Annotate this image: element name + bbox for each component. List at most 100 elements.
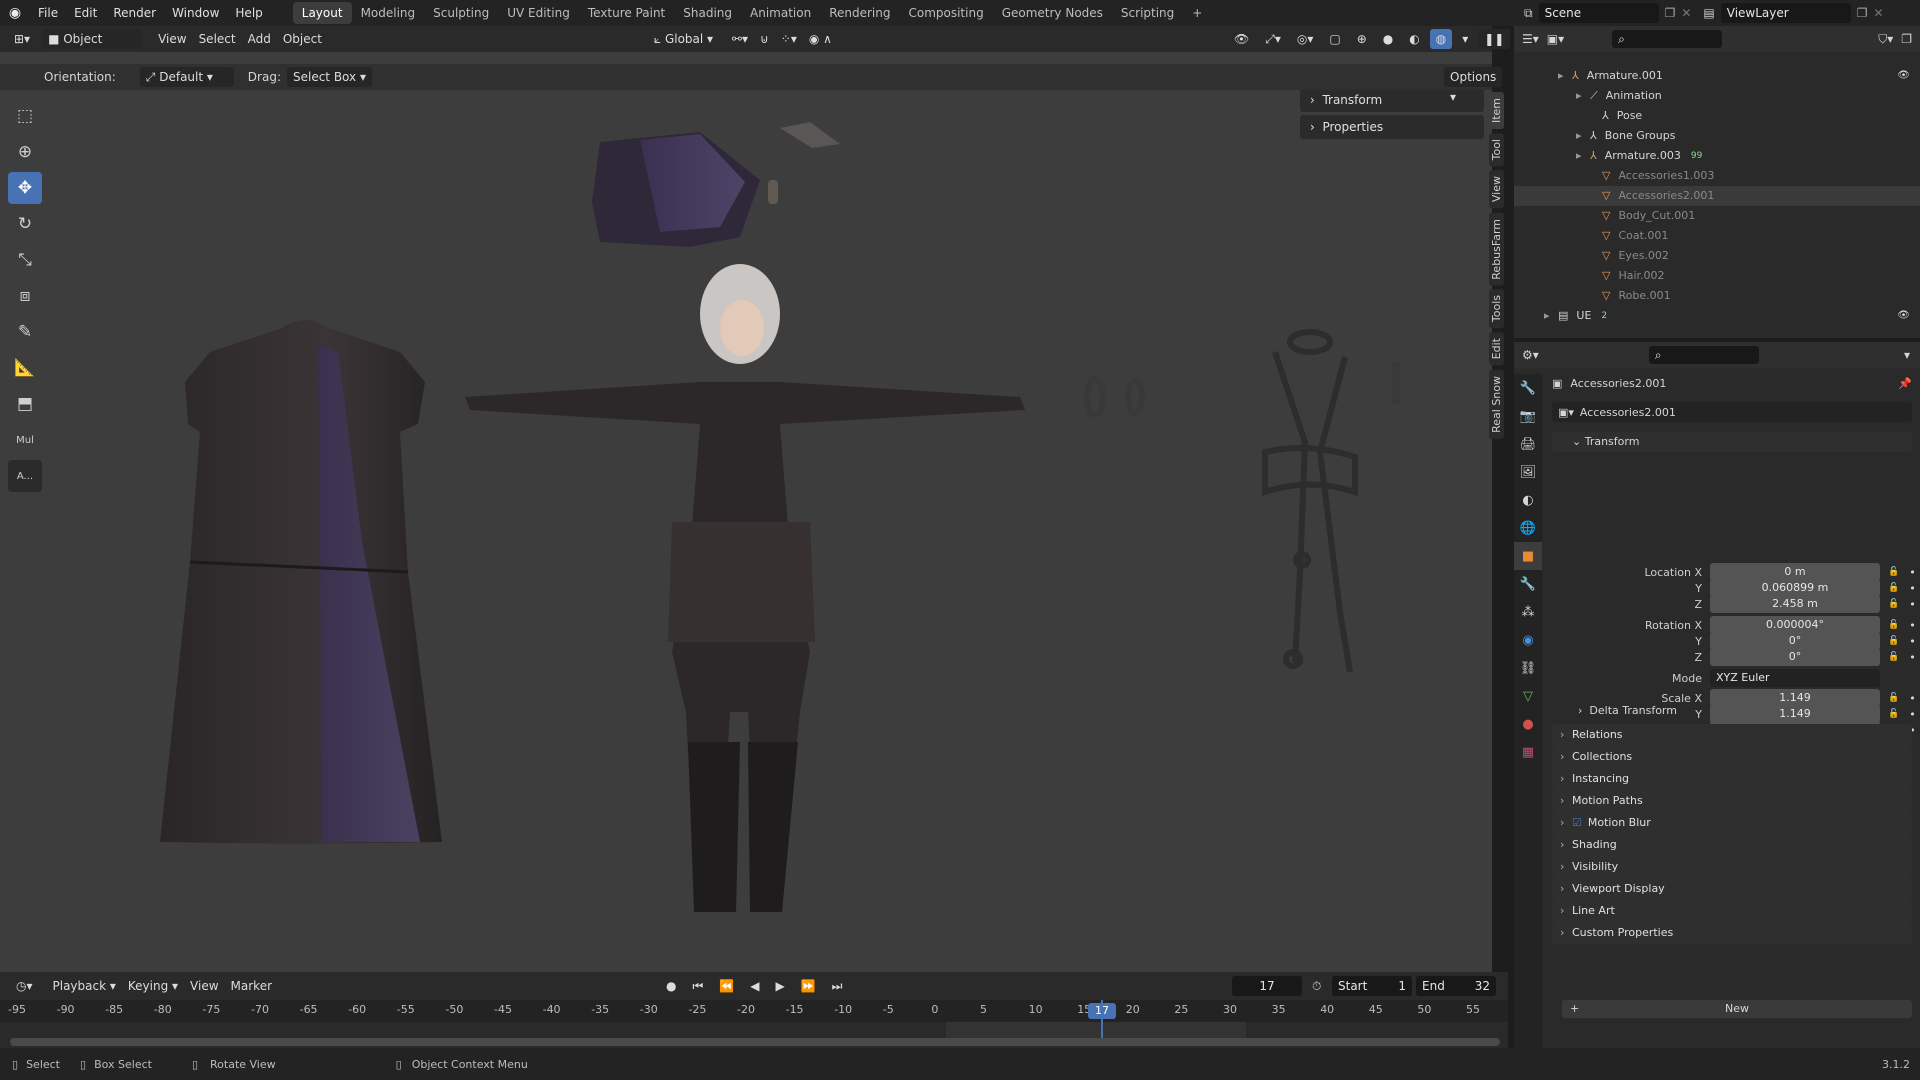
annotate-tool[interactable]: ✎ — [8, 316, 42, 348]
outliner-row[interactable]: ⅄ Pose — [1514, 106, 1920, 126]
measure-tool[interactable]: 📐 — [8, 352, 42, 384]
tab-scripting[interactable]: Scripting — [1112, 2, 1183, 24]
keyframe-dot-icon[interactable]: • — [1909, 651, 1916, 664]
tab-sculpting[interactable]: Sculpting — [424, 2, 498, 24]
outliner-row[interactable]: ▸ ⅄ Bone Groups — [1514, 126, 1920, 146]
props-search[interactable]: ⌕ — [1648, 346, 1759, 364]
delta-transform-header[interactable]: › Delta Transform — [1566, 701, 1906, 721]
copy-scene-icon[interactable]: ❐ — [1665, 6, 1676, 20]
record-icon[interactable]: ● — [660, 976, 682, 996]
tab-layout[interactable]: Layout — [292, 2, 352, 24]
datablock-field[interactable]: ▣▾ Accessories2.001 — [1552, 402, 1912, 422]
constraints-tab-icon[interactable]: ⛓ — [1514, 654, 1542, 682]
tab-animation[interactable]: Animation — [741, 2, 820, 24]
orientation-dropdown[interactable]: ⤢ Default ▾ — [139, 67, 234, 87]
transform-orientation-dropdown[interactable]: ⟀ Global ▾ — [648, 29, 726, 49]
tool-tab-icon[interactable]: 🔧 — [1514, 374, 1542, 402]
tab-edit[interactable]: Edit — [1489, 332, 1504, 366]
xray-icon[interactable]: ▢ — [1323, 29, 1346, 49]
prev-keyframe-icon[interactable]: ⏪ — [713, 976, 740, 996]
display-mode-icon[interactable]: ▣▾ — [1547, 32, 1564, 46]
outliner-editor-icon[interactable]: ☰▾ — [1522, 32, 1539, 46]
object-tab-icon[interactable]: ■ — [1514, 542, 1542, 570]
scene-tab-icon[interactable]: ◐ — [1514, 486, 1542, 514]
keyframe-dot-icon[interactable]: • — [1909, 708, 1916, 721]
panel-shading[interactable]: Shading — [1552, 834, 1912, 856]
physics-tab-icon[interactable]: ◉ — [1514, 626, 1542, 654]
menu-file[interactable]: File — [30, 2, 66, 24]
pause-icon[interactable]: ❚❚ — [1478, 29, 1511, 49]
tab-view[interactable]: View — [1489, 170, 1504, 209]
cursor-tool[interactable]: ⊕ — [8, 136, 42, 168]
outliner-row[interactable]: ▽ Accessories2.001 — [1514, 186, 1920, 206]
tab-uv-editing[interactable]: UV Editing — [498, 2, 579, 24]
outliner-row[interactable]: ▽ Eyes.002 — [1514, 246, 1920, 266]
lock-icon[interactable]: 🔓 — [1888, 599, 1899, 609]
timeline-scrollbar[interactable] — [10, 1038, 1500, 1046]
render-tab-icon[interactable]: 📷 — [1514, 402, 1542, 430]
rendered-shading-icon[interactable]: ◍ — [1429, 29, 1453, 49]
panel-custom-properties[interactable]: Custom Properties — [1552, 922, 1912, 944]
drag-dropdown[interactable]: Select Box ▾ — [286, 67, 372, 87]
location-z-field[interactable]: 2.458 m — [1710, 595, 1880, 613]
texture-tab-icon[interactable]: ▦ — [1514, 738, 1542, 766]
expand-arrow-icon[interactable]: ▸ — [1576, 126, 1590, 146]
props-options-icon[interactable]: ▾ — [1904, 348, 1910, 362]
tab-geometry-nodes[interactable]: Geometry Nodes — [993, 2, 1112, 24]
tab-rendering[interactable]: Rendering — [820, 2, 899, 24]
scale-tool[interactable]: ⤡ — [8, 244, 42, 276]
motion-blur-checkbox[interactable]: ☑ — [1572, 816, 1582, 829]
npanel-properties[interactable]: › Properties — [1300, 115, 1484, 139]
props-editor-icon[interactable]: ⚙▾ — [1522, 348, 1539, 362]
select-box-tool[interactable]: ⬚ — [8, 100, 42, 132]
panel-viewport-display[interactable]: Viewport Display — [1552, 878, 1912, 900]
outliner-row[interactable]: ▽ Coat.001 — [1514, 226, 1920, 246]
panel-motion-blur[interactable]: ☑ Motion Blur — [1552, 812, 1912, 834]
modifier-tab-icon[interactable]: 🔧 — [1514, 570, 1542, 598]
expand-arrow-icon[interactable]: ▸ — [1576, 146, 1590, 166]
timeline-editor-icon[interactable]: ◷▾ — [10, 976, 39, 996]
keyframe-dot-icon[interactable]: • — [1909, 692, 1916, 705]
view-layer-tab-icon[interactable]: 🖼 — [1514, 458, 1542, 486]
expand-arrow-icon[interactable]: ▸ — [1576, 86, 1590, 106]
add-workspace-icon[interactable]: + — [1183, 2, 1211, 24]
tab-item[interactable]: Item — [1489, 92, 1504, 130]
options-dropdown[interactable]: Options ▾ — [1444, 67, 1503, 104]
rotation-mode-field[interactable]: XYZ Euler — [1710, 669, 1880, 687]
outliner-row[interactable]: ▸ ⟋ Animation — [1514, 86, 1920, 106]
add-cube-tool[interactable]: ⬒ — [8, 388, 42, 420]
new-collection-icon[interactable]: ❐ — [1901, 32, 1912, 46]
visibility-icon[interactable]: 👁▾ — [1228, 29, 1255, 66]
material-tab-icon[interactable]: ● — [1514, 710, 1542, 738]
rotation-z-field[interactable]: 0° — [1710, 648, 1880, 666]
tab-real-snow[interactable]: Real Snow — [1489, 369, 1504, 439]
menu-marker[interactable]: Marker — [225, 976, 278, 996]
move-tool[interactable]: ✥ — [8, 172, 42, 204]
menu-object[interactable]: Object — [277, 29, 328, 49]
outliner-row[interactable]: ▽ Accessories1.003 — [1514, 166, 1920, 186]
menu-window[interactable]: Window — [164, 2, 227, 24]
outliner-row[interactable]: ▽ Hair.002 — [1514, 266, 1920, 286]
collapsed-tool-group[interactable]: Mul — [8, 424, 42, 456]
next-keyframe-icon[interactable]: ⏩ — [795, 976, 822, 996]
material-shading-icon[interactable]: ◐ — [1403, 29, 1425, 49]
play-reverse-icon[interactable]: ◀ — [744, 976, 765, 996]
visibility-toggle-icon[interactable]: 👁 — [1897, 306, 1910, 326]
pivot-icon[interactable]: ⚯▾ — [726, 29, 754, 49]
snap-icon[interactable]: ⊍ — [754, 29, 775, 49]
lock-icon[interactable]: 🔓 — [1888, 583, 1899, 593]
jump-end-icon[interactable]: ⏭ — [826, 976, 849, 996]
tab-tool[interactable]: Tool — [1489, 133, 1504, 167]
overlay-icon[interactable]: ◎▾ — [1291, 29, 1320, 49]
snap-target-icon[interactable]: ⁘▾ — [775, 29, 803, 49]
mode-dropdown[interactable]: ■ Object Mode ▾ — [42, 29, 143, 66]
menu-playback[interactable]: Playback ▾ — [47, 976, 122, 996]
keyframe-dot-icon[interactable]: • — [1909, 582, 1916, 595]
outliner-row[interactable]: ▽ Body_Cut.001 — [1514, 206, 1920, 226]
scene-field[interactable]: Scene — [1538, 3, 1659, 23]
data-tab-icon[interactable]: ▽ — [1514, 682, 1542, 710]
transform-panel-header[interactable]: ⌄ Transform — [1552, 432, 1912, 452]
keyframe-dot-icon[interactable]: • — [1909, 566, 1916, 579]
expand-arrow-icon[interactable]: ▸ — [1558, 66, 1572, 86]
visibility-toggle-icon[interactable]: 👁 — [1897, 66, 1910, 86]
